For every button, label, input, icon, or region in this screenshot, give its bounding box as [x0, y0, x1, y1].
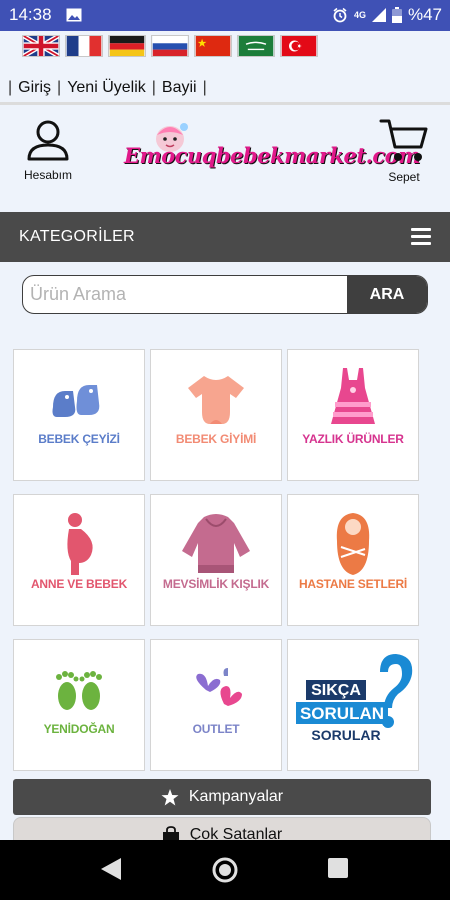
category-tile-yenidogan[interactable]: YENİDOĞAN — [13, 639, 145, 771]
language-flags — [22, 35, 318, 57]
link-separator: | — [151, 79, 156, 96]
uk-flag[interactable] — [22, 35, 60, 57]
account-button[interactable]: Hesabım — [18, 119, 78, 182]
site-logo[interactable]: Emocuqbebekmarket.com — [122, 121, 420, 179]
category-label: ANNE VE BEBEK — [30, 577, 128, 591]
battery-icon — [391, 7, 402, 23]
category-tile-mevsimlik-kislik[interactable]: MEVSİMLİK KIŞLIK — [150, 494, 282, 626]
top-links: | Giriş | Yeni Üyelik | Bayii | — [8, 79, 207, 97]
china-flag[interactable] — [194, 35, 232, 57]
cart-icon — [379, 119, 428, 161]
category-label: MEVSİMLİK KIŞLIK — [162, 577, 270, 591]
pregnant-mother-icon — [67, 513, 93, 575]
category-tile-bebek-giyimi[interactable]: BEBEK GİYİMİ — [150, 349, 282, 481]
categories-bar[interactable]: KATEGORİLER — [0, 212, 450, 262]
search-button[interactable]: ARA — [347, 276, 427, 313]
shopping-bag-icon — [162, 826, 179, 840]
turkey-flag[interactable] — [280, 35, 318, 57]
link-separator: | — [57, 79, 62, 96]
category-label: BEBEK GİYİMİ — [175, 432, 257, 446]
butterflies-icon — [196, 668, 242, 706]
baby-bodysuit-icon — [188, 376, 244, 424]
battery-percent: %47 — [407, 5, 442, 24]
back-icon[interactable] — [101, 858, 121, 880]
campaigns-label: Kampanyalar — [188, 788, 284, 805]
category-label: BEBEK ÇEYİZİ — [38, 432, 120, 446]
category-tile-anne-ve-bebek[interactable]: ANNE VE BEBEK — [13, 494, 145, 626]
image-notification-icon — [66, 8, 82, 22]
link-separator: | — [202, 79, 207, 96]
germany-flag[interactable] — [108, 35, 146, 57]
swaddled-baby-icon — [336, 513, 370, 575]
home-icon[interactable] — [211, 856, 239, 884]
faq-line2: SORULAN — [299, 704, 385, 723]
category-label: YENİDOĞAN — [43, 722, 115, 736]
recents-icon[interactable] — [328, 858, 348, 878]
search-bar: ARA — [22, 275, 428, 314]
cart-label: Sepet — [388, 170, 420, 184]
category-label: YAZLIK ÜRÜNLER — [302, 432, 404, 446]
user-icon — [27, 120, 69, 161]
account-label: Hesabım — [23, 168, 73, 182]
page-content: | Giriş | Yeni Üyelik | Bayii | Hesabım — [0, 31, 450, 840]
saudi-flag[interactable] — [237, 35, 275, 57]
categories-title: KATEGORİLER — [19, 228, 135, 245]
alarm-icon — [333, 7, 347, 23]
category-label: HASTANE SETLERİ — [298, 577, 408, 591]
bestsellers-label: Çok Satanlar — [189, 826, 283, 840]
dealer-link[interactable]: Bayii — [162, 79, 197, 97]
site-header: Hesabım Emocuqbebekmarket.com Sepet — [0, 105, 450, 213]
baby-booties-icon — [52, 385, 100, 417]
category-tile-bebek-ceyizi[interactable]: BEBEK ÇEYİZİ — [13, 349, 145, 481]
hoodie-icon — [182, 514, 250, 573]
android-nav-bar — [0, 840, 450, 900]
star-icon — [161, 788, 179, 805]
faq-line1: SIKÇA — [311, 682, 361, 699]
summer-dress-icon — [331, 368, 375, 424]
category-tile-yazlik-urunler[interactable]: YAZLIK ÜRÜNLER — [287, 349, 419, 481]
network-type: 4G — [353, 10, 366, 20]
faq-line3: SORULAR — [311, 727, 381, 743]
baby-footprints-icon — [56, 671, 102, 710]
category-tile-outlet[interactable]: OUTLET — [150, 639, 282, 771]
campaigns-button[interactable]: Kampanyalar — [13, 779, 431, 815]
search-input[interactable] — [23, 276, 348, 313]
hamburger-menu-icon[interactable] — [411, 228, 431, 245]
category-tile-sss[interactable]: SIKÇA SORULAN SORULAR — [287, 639, 419, 771]
cart-button[interactable]: Sepet — [376, 117, 432, 184]
link-separator: | — [8, 79, 13, 96]
signal-icon — [371, 8, 386, 22]
login-link[interactable]: Giriş — [18, 79, 51, 97]
france-flag[interactable] — [65, 35, 103, 57]
russia-flag[interactable] — [151, 35, 189, 57]
status-bar: 14:38 4G %47 — [0, 0, 450, 31]
register-link[interactable]: Yeni Üyelik — [67, 79, 146, 97]
category-label: OUTLET — [192, 722, 240, 736]
status-time: 14:38 — [9, 5, 52, 24]
bestsellers-button[interactable]: Çok Satanlar — [13, 817, 431, 840]
category-tile-hastane-setleri[interactable]: HASTANE SETLERİ — [287, 494, 419, 626]
